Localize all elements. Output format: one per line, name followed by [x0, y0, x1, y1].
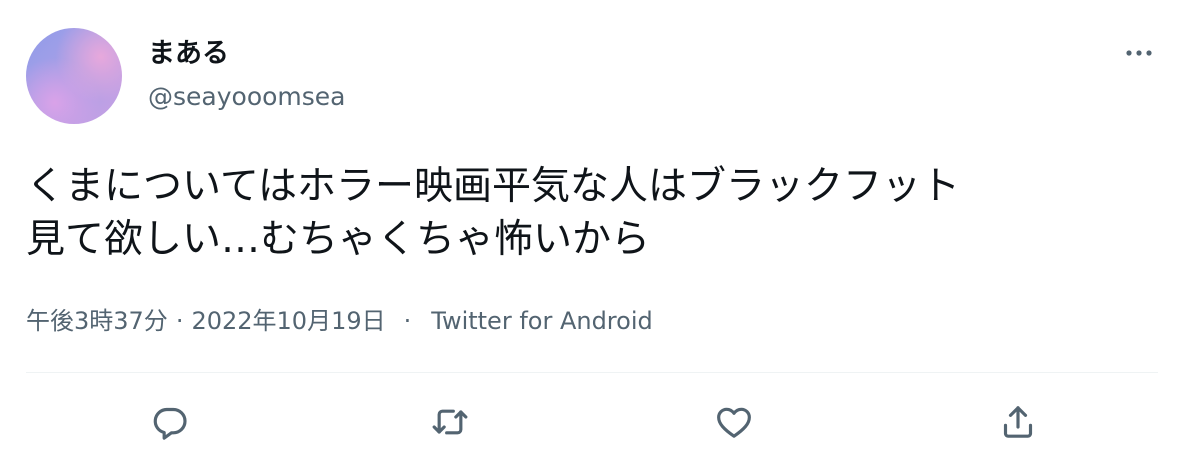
tweet-source[interactable]: Twitter for Android [431, 307, 652, 335]
share-button[interactable] [996, 400, 1040, 444]
tweet-meta: 午後3時37分 · 2022年10月19日 · Twitter for Android [26, 304, 653, 338]
tweet-date[interactable]: 2022年10月19日 [191, 307, 385, 335]
retweet-button[interactable] [428, 400, 472, 444]
tweet-text: くまについてはホラー映画平気な人はブラックフット 見て欲しい…むちゃくちゃ怖いか… [26, 164, 961, 262]
share-icon [1003, 406, 1033, 438]
tweet-card: まある @seayooomsea くまについてはホラー映画平気な人はブラックフッ… [0, 0, 1184, 462]
avatar[interactable] [26, 28, 122, 124]
more-options-button[interactable] [1116, 38, 1162, 68]
display-name[interactable]: まある [148, 36, 229, 72]
meta-dot: · [175, 307, 184, 335]
user-handle[interactable]: @seayooomsea [148, 80, 346, 114]
tweet-time[interactable]: 午後3時37分 [26, 307, 168, 335]
divider [26, 372, 1158, 373]
heart-icon [717, 407, 751, 438]
like-button[interactable] [712, 400, 756, 444]
reply-button[interactable] [148, 400, 192, 444]
meta-separator: · [403, 307, 412, 335]
reply-icon [153, 407, 187, 440]
more-horizontal-icon [1126, 50, 1152, 56]
retweet-icon [432, 409, 468, 435]
